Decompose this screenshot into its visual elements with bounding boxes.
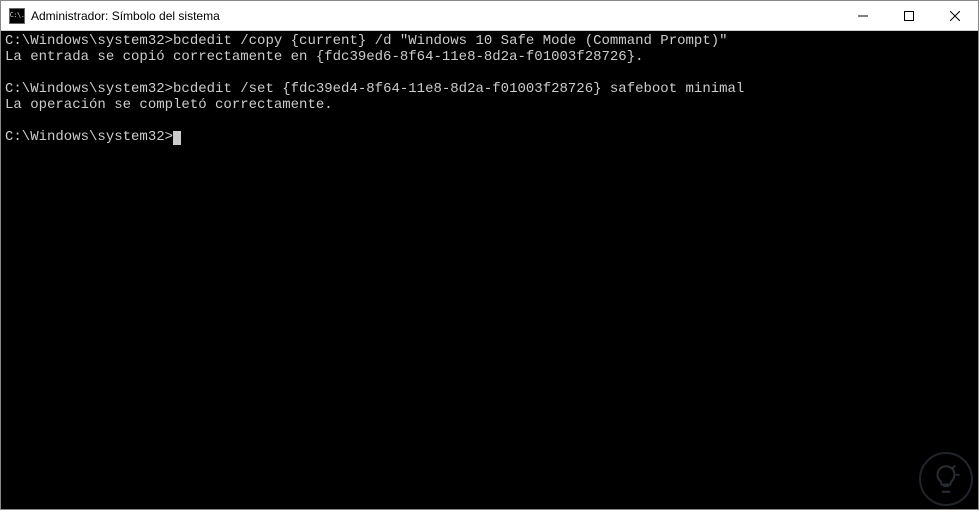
terminal-line: C:\Windows\system32>bcdedit /copy {curre… [5,33,974,49]
titlebar[interactable]: C:\. Administrador: Símbolo del sistema [1,1,978,31]
terminal-line: C:\Windows\system32> [5,129,974,145]
command-text: bcdedit /copy {current} /d "Windows 10 S… [173,33,728,49]
terminal-line [5,65,974,81]
maximize-button[interactable] [886,1,932,30]
cmd-icon-label: C:\. [10,12,25,19]
terminal-output[interactable]: C:\Windows\system32>bcdedit /copy {curre… [1,31,978,509]
prompt-text: C:\Windows\system32> [5,81,173,97]
window-title: Administrador: Símbolo del sistema [31,9,840,23]
close-button[interactable] [932,1,978,30]
terminal-line [5,113,974,129]
prompt-text: C:\Windows\system32> [5,129,173,145]
minimize-icon [858,11,868,21]
cursor [173,131,181,145]
minimize-button[interactable] [840,1,886,30]
terminal-line: La entrada se copió correctamente en {fd… [5,49,974,65]
maximize-icon [904,11,914,21]
window-controls [840,1,978,30]
terminal-line: C:\Windows\system32>bcdedit /set {fdc39e… [5,81,974,97]
cmd-icon: C:\. [9,8,25,24]
terminal-line: La operación se completó correctamente. [5,97,974,113]
close-icon [950,11,960,21]
command-text: bcdedit /set {fdc39ed4-8f64-11e8-8d2a-f0… [173,81,744,97]
prompt-text: C:\Windows\system32> [5,33,173,49]
command-prompt-window: C:\. Administrador: Símbolo del sistema … [0,0,979,510]
